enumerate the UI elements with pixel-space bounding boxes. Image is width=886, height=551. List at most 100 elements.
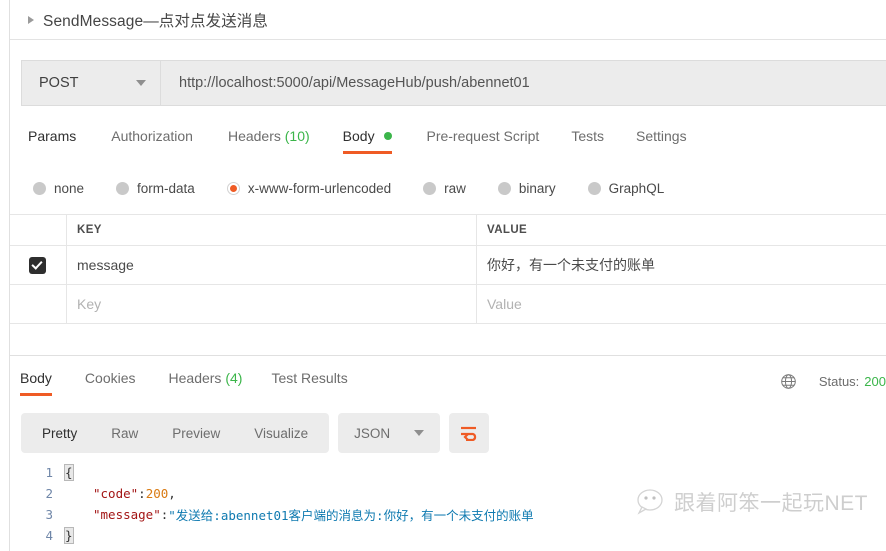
response-tab-headers[interactable]: Headers (4) — [169, 368, 243, 396]
response-tab-cookies-label: Cookies — [84, 370, 136, 386]
response-active-tab-underline — [20, 393, 52, 396]
view-visualize[interactable]: Visualize — [237, 426, 325, 441]
row-key-cell[interactable]: message — [67, 246, 477, 284]
tab-headers-count: (10) — [284, 128, 310, 144]
empty-row-key-cell[interactable]: Key — [67, 285, 477, 323]
json-open-brace: { — [64, 464, 74, 481]
tab-tests-label: Tests — [571, 128, 604, 144]
radio-none[interactable]: none — [33, 181, 84, 196]
response-body-viewer[interactable]: 1 { 2 "code" : 200 , 3 "message" : "发送给:… — [21, 462, 886, 551]
column-header-key: KEY — [77, 224, 102, 236]
method-label: POST — [39, 75, 79, 91]
line-number: 2 — [45, 486, 53, 501]
response-status-area: Status: 200 — [780, 370, 886, 392]
json-key: "message" — [93, 507, 161, 522]
radio-form-data[interactable]: form-data — [116, 181, 195, 196]
status-label: Status: — [818, 373, 860, 389]
url-text: http://localhost:5000/api/MessageHub/pus… — [179, 75, 530, 91]
format-select-label: JSON — [354, 425, 391, 441]
radio-graphql-mark — [587, 181, 601, 195]
header-value-cell: VALUE — [477, 215, 886, 245]
radio-binary-label: binary — [518, 180, 556, 196]
json-key: "code" — [93, 486, 139, 501]
header-key-cell: KEY — [67, 215, 477, 245]
page-title: SendMessage—点对点发送消息 — [43, 12, 268, 30]
word-wrap-button[interactable] — [449, 413, 490, 453]
table-row[interactable]: message 你好，有一个未支付的账单 — [9, 246, 886, 285]
empty-row-value-cell[interactable]: Value — [477, 285, 886, 323]
view-preview[interactable]: Preview — [155, 426, 237, 441]
tab-pre-request-script[interactable]: Pre-request Script — [426, 126, 539, 154]
view-mode-group: Pretty Raw Preview Visualize — [21, 413, 330, 453]
row-key-text: message — [77, 257, 134, 273]
radio-raw-mark — [423, 181, 437, 195]
format-select[interactable]: JSON — [338, 413, 441, 453]
json-colon: : — [138, 486, 146, 501]
table-row-empty[interactable]: Key Value — [9, 285, 886, 324]
tab-params[interactable]: Params — [28, 126, 76, 154]
request-title-bar: SendMessage—点对点发送消息 — [9, 0, 886, 40]
tab-authorization[interactable]: Authorization — [111, 126, 193, 154]
response-tab-cookies[interactable]: Cookies — [85, 368, 136, 396]
chevron-down-icon — [136, 80, 146, 86]
url-bar: POST http://localhost:5000/api/MessageHu… — [21, 60, 886, 106]
response-tab-body[interactable]: Body — [20, 368, 52, 396]
response-tab-headers-count: (4) — [225, 370, 243, 386]
tab-settings[interactable]: Settings — [636, 126, 687, 154]
method-select[interactable]: POST — [22, 61, 161, 105]
request-tabs: Params Authorization Headers (10) Body P… — [9, 126, 886, 162]
view-raw[interactable]: Raw — [94, 426, 155, 441]
radio-raw[interactable]: raw — [423, 181, 466, 196]
active-tab-underline — [342, 151, 393, 154]
pane-divider[interactable] — [9, 355, 886, 356]
radio-x-www-form-urlencoded[interactable]: x-www-form-urlencoded — [226, 181, 391, 196]
tab-body[interactable]: Body — [342, 126, 393, 154]
view-pretty[interactable]: Pretty — [25, 426, 94, 441]
row-value-text: 你好，有一个未支付的账单 — [487, 257, 655, 273]
radio-form-data-label: form-data — [137, 180, 195, 196]
globe-icon[interactable] — [780, 373, 797, 390]
tab-headers[interactable]: Headers (10) — [228, 126, 310, 154]
radio-binary-mark — [497, 181, 511, 195]
line-number: 4 — [45, 528, 53, 543]
tab-pre-request-script-label: Pre-request Script — [426, 128, 540, 144]
tab-params-label: Params — [28, 128, 77, 144]
response-tab-test-results[interactable]: Test Results — [271, 368, 347, 396]
radio-x-www-form-urlencoded-mark — [226, 181, 240, 195]
json-line: 2 "code" : 200 , — [21, 483, 886, 504]
json-line: 1 { — [21, 462, 886, 483]
json-colon: : — [160, 507, 169, 522]
row-value-cell[interactable]: 你好，有一个未支付的账单 — [477, 246, 886, 284]
json-close-brace: } — [64, 527, 74, 544]
row-checkbox[interactable] — [29, 256, 46, 274]
empty-row-value-placeholder: Value — [487, 296, 522, 312]
left-rail — [0, 0, 10, 551]
tab-body-label: Body — [342, 128, 375, 144]
radio-graphql-label: GraphQL — [608, 180, 665, 196]
tab-settings-label: Settings — [636, 128, 687, 144]
empty-row-key-placeholder: Key — [77, 296, 102, 312]
line-number: 1 — [45, 465, 53, 480]
body-params-table: KEY VALUE message 你好，有一个未支付的账单 Key Value — [9, 214, 886, 324]
chevron-down-icon — [414, 430, 425, 436]
triangle-right-icon[interactable] — [28, 15, 34, 24]
column-header-value: VALUE — [487, 224, 528, 236]
tab-tests[interactable]: Tests — [571, 126, 604, 154]
json-comma: , — [168, 486, 176, 501]
row-checkbox-cell[interactable] — [9, 246, 67, 284]
radio-none-label: none — [54, 180, 85, 196]
json-number-value: 200 — [145, 486, 169, 501]
word-wrap-icon — [460, 426, 476, 441]
response-tab-test-results-label: Test Results — [271, 370, 348, 386]
response-tab-headers-label: Headers — [168, 370, 222, 386]
json-line: 4 } — [21, 525, 886, 546]
radio-binary[interactable]: binary — [497, 180, 556, 196]
unsaved-dot-icon — [384, 132, 393, 140]
status-code: 200 — [864, 373, 886, 389]
response-tab-body-label: Body — [20, 370, 52, 386]
table-header-row: KEY VALUE — [9, 215, 886, 246]
radio-graphql[interactable]: GraphQL — [587, 180, 665, 196]
url-input[interactable]: http://localhost:5000/api/MessageHub/pus… — [161, 61, 886, 105]
empty-row-checkbox-cell — [9, 285, 67, 323]
body-type-radio-group: none form-data x-www-form-urlencoded raw… — [9, 175, 886, 201]
